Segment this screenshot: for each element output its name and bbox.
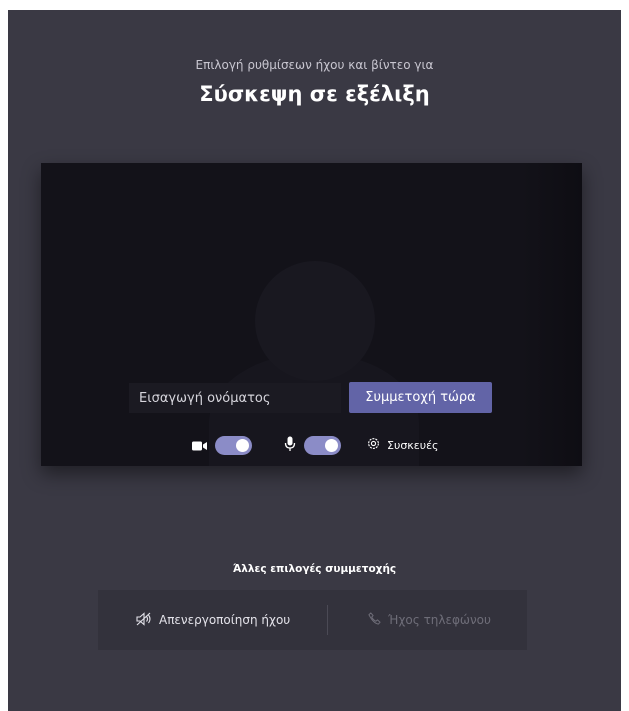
options-divider bbox=[327, 605, 328, 635]
prejoin-subtitle: Επιλογή ρυθμίσεων ήχου και βίντεο για bbox=[195, 58, 434, 72]
meeting-title: Σύσκεψη σε εξέλιξη bbox=[199, 82, 430, 106]
media-controls: Συσκευές bbox=[41, 433, 582, 457]
video-camera-icon bbox=[192, 437, 208, 456]
microphone-toggle-knob bbox=[325, 439, 338, 452]
join-now-button[interactable]: Συμμετοχή τώρα bbox=[349, 382, 492, 413]
speaker-off-icon bbox=[136, 611, 152, 629]
phone-audio-option[interactable]: Ήχος τηλεφώνου bbox=[368, 590, 491, 650]
other-join-options-heading: Άλλες επιλογές συμμετοχής bbox=[232, 563, 397, 575]
other-join-options: Απενεργοποίηση ήχου Ήχος τηλεφώνου bbox=[98, 590, 527, 650]
video-preview: Συμμετοχή τώρα bbox=[41, 163, 582, 466]
audio-off-label: Απενεργοποίηση ήχου bbox=[159, 613, 291, 627]
name-input[interactable] bbox=[129, 383, 341, 413]
devices-button[interactable]: Συσκευές bbox=[366, 433, 438, 457]
audio-off-option[interactable]: Απενεργοποίηση ήχου bbox=[136, 590, 290, 650]
gear-icon bbox=[366, 436, 381, 454]
microphone-icon bbox=[284, 436, 296, 456]
microphone-toggle[interactable] bbox=[304, 436, 341, 455]
prejoin-screen: Επιλογή ρυθμίσεων ήχου και βίντεο για Σύ… bbox=[8, 10, 621, 711]
phone-audio-label: Ήχος τηλεφώνου bbox=[388, 613, 491, 627]
video-edge-shade bbox=[522, 163, 582, 466]
camera-toggle-knob bbox=[236, 439, 249, 452]
camera-silhouette-head bbox=[255, 261, 375, 381]
phone-icon bbox=[368, 612, 381, 628]
devices-label: Συσκευές bbox=[387, 438, 439, 452]
camera-toggle[interactable] bbox=[215, 436, 252, 455]
